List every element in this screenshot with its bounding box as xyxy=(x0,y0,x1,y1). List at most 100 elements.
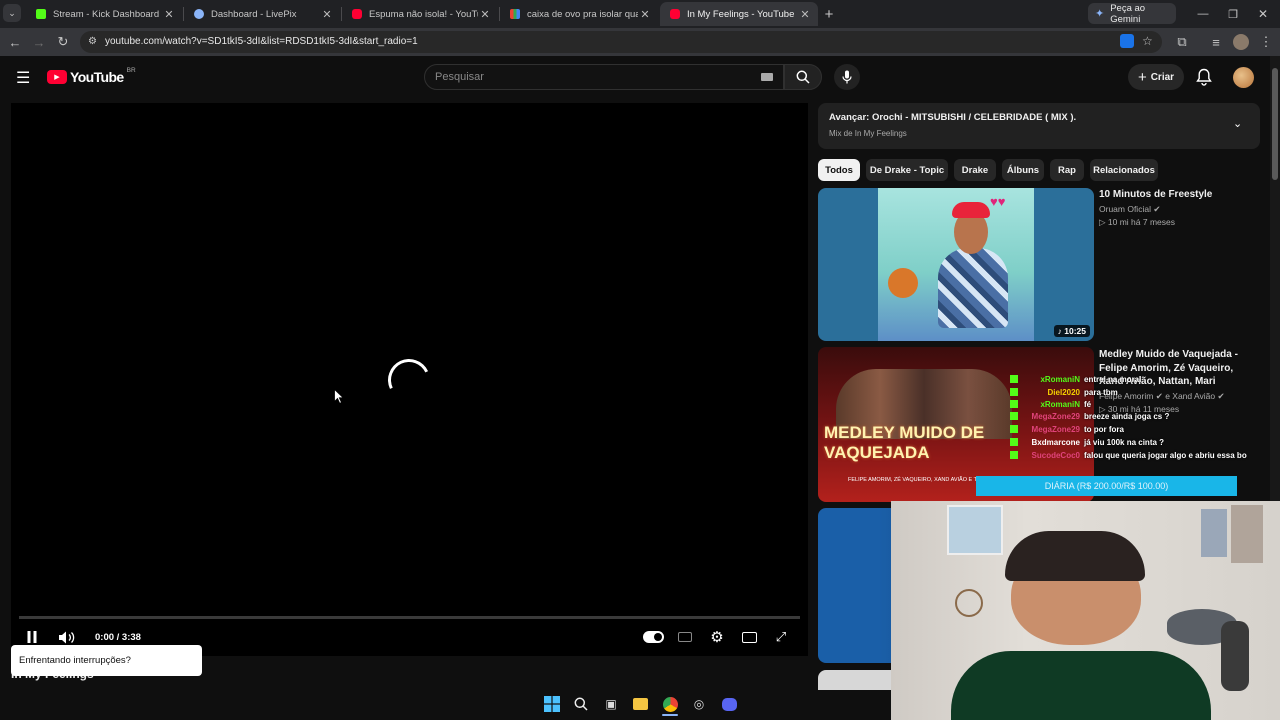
keyboard-icon[interactable] xyxy=(761,73,773,81)
reading-list-icon[interactable]: ≡ xyxy=(1206,32,1226,52)
chat-message: Bxdmarcone já viu 100k na cinta ? xyxy=(1010,436,1164,448)
new-tab-button[interactable]: + xyxy=(819,4,839,24)
extensions-icon[interactable]: ⧉ xyxy=(1172,32,1192,52)
youtube-logo[interactable]: ▶ YouTube BR xyxy=(47,66,136,85)
camo-jacket xyxy=(938,248,1008,328)
youtube-header: ☰ ▶ YouTube BR Pesquisar + Criar xyxy=(0,56,1270,100)
file-explorer-icon[interactable] xyxy=(631,695,649,713)
interruption-toast[interactable]: Enfrentando interrupções? xyxy=(11,645,202,676)
tab-in-my-feelings[interactable]: In My Feelings - YouTube ✕ xyxy=(660,2,818,26)
wall-clock xyxy=(955,589,983,617)
video-channel[interactable]: Oruam Oficial ✔ xyxy=(1099,204,1160,215)
create-button[interactable]: + Criar xyxy=(1128,64,1184,90)
video-player[interactable]: 0:00 / 3:38 ⚙ ⤢ xyxy=(11,103,808,656)
chip-albuns[interactable]: Álbuns xyxy=(1002,159,1044,181)
kick-badge-icon xyxy=(1010,375,1018,383)
tab-title: Stream - Kick Dashboard xyxy=(53,8,160,20)
translate-icon[interactable] xyxy=(1120,34,1134,48)
voice-search-button[interactable] xyxy=(834,64,860,90)
tab-search-icon[interactable]: ⌄ xyxy=(3,4,21,22)
region-code: BR xyxy=(126,66,136,74)
scrollbar-thumb[interactable] xyxy=(1272,68,1278,180)
taskbar-search-icon[interactable] xyxy=(572,695,590,713)
volume-button[interactable] xyxy=(57,627,77,647)
figurine xyxy=(1221,621,1249,691)
red-hair xyxy=(952,202,990,218)
pause-button[interactable] xyxy=(23,627,41,647)
window-close-icon[interactable]: ✕ xyxy=(1253,4,1273,24)
mix-subtitle: Mix de In My Feelings xyxy=(829,129,907,138)
loading-spinner xyxy=(382,353,436,407)
heart-icon: ♥♥ xyxy=(990,194,1006,209)
search-button[interactable] xyxy=(784,64,822,90)
chrome-icon[interactable] xyxy=(661,695,679,713)
back-icon[interactable]: ← xyxy=(5,32,25,52)
restore-icon[interactable]: ❐ xyxy=(1223,4,1243,24)
thumbnail-title-text: MEDLEY MUIDO DE VAQUEJADA xyxy=(824,423,985,462)
browser-tab-bar: ⌄ Stream - Kick Dashboard ✕ Dashboard - … xyxy=(0,0,1280,28)
logo-text: YouTube xyxy=(70,69,124,85)
youtube-icon xyxy=(670,9,680,19)
video-thumbnail[interactable]: ♥♥ ♪ 10:25 xyxy=(818,188,1094,341)
chat-message: xRomaniN fé xyxy=(1010,398,1091,410)
account-avatar[interactable] xyxy=(1233,67,1254,88)
tab-espuma[interactable]: Espuma não isola! - YouTube ✕ xyxy=(342,2,498,26)
tab-title: Espuma não isola! - YouTube xyxy=(369,8,478,20)
chat-message: SucodeCoc0 falou que queria jogar algo e … xyxy=(1010,449,1247,461)
obs-icon[interactable]: ◎ xyxy=(690,695,708,713)
reload-icon[interactable]: ↻ xyxy=(53,32,73,52)
autoplay-toggle[interactable] xyxy=(642,627,664,647)
duration-badge: ♪ 10:25 xyxy=(1053,325,1090,337)
chat-message: MegaZone29 breeze ainda joga cs ? xyxy=(1010,410,1169,422)
address-bar[interactable]: ⚙ youtube.com/watch?v=SD1tkI5-3dI&list=R… xyxy=(80,31,1162,53)
discord-icon[interactable] xyxy=(720,695,738,713)
autoplay-switch xyxy=(642,631,664,643)
chip-relacionados[interactable]: Relacionados xyxy=(1090,159,1158,181)
chip-todos[interactable]: Todos xyxy=(818,159,860,181)
task-view-icon[interactable]: ▣ xyxy=(602,695,620,713)
url-text[interactable]: youtube.com/watch?v=SD1tkI5-3dI&list=RDS… xyxy=(105,36,418,47)
chip-drake[interactable]: Drake xyxy=(954,159,996,181)
notifications-button[interactable] xyxy=(1196,68,1212,86)
search-input[interactable]: Pesquisar xyxy=(424,64,784,90)
kick-badge-icon xyxy=(1010,451,1018,459)
close-icon[interactable]: ✕ xyxy=(638,8,652,21)
subtitles-button[interactable] xyxy=(676,627,694,647)
wall-poster xyxy=(947,505,1003,555)
webcam-overlay xyxy=(891,501,1280,720)
settings-button[interactable]: ⚙ xyxy=(708,627,726,647)
windows-start-icon[interactable] xyxy=(543,695,561,713)
chip-de-drake-topic[interactable]: De Drake - Topic xyxy=(866,159,948,181)
wall-poster xyxy=(1231,505,1263,563)
bookmark-star-icon[interactable]: ☆ xyxy=(1142,34,1153,48)
gemini-button[interactable]: ✦ Peça ao Gemini xyxy=(1088,3,1176,25)
browser-toolbar: ← → ↻ ⚙ youtube.com/watch?v=SD1tkI5-3dI&… xyxy=(0,28,1280,56)
chip-rap[interactable]: Rap xyxy=(1050,159,1084,181)
chevron-down-icon[interactable]: ⌄ xyxy=(1233,117,1242,130)
hamburger-menu-icon[interactable]: ☰ xyxy=(16,68,30,88)
video-meta: ▷ 10 mi há 7 meses xyxy=(1099,217,1175,227)
profile-avatar[interactable] xyxy=(1233,34,1249,50)
microphone-icon xyxy=(842,70,852,84)
site-info-icon[interactable]: ⚙ xyxy=(88,36,97,47)
plus-icon: + xyxy=(1137,68,1147,86)
close-icon[interactable]: ✕ xyxy=(478,8,492,21)
green-jersey xyxy=(951,651,1211,720)
fullscreen-icon: ⤢ xyxy=(775,629,787,644)
video-title[interactable]: 10 Minutos de Freestyle xyxy=(1099,188,1259,202)
tab-kick-dashboard[interactable]: Stream - Kick Dashboard ✕ xyxy=(26,2,182,26)
tab-caixa-de-ovo[interactable]: caixa de ovo pra isolar quarto - ✕ xyxy=(500,2,658,26)
minimize-icon[interactable]: — xyxy=(1193,4,1213,24)
theater-mode-button[interactable] xyxy=(740,627,758,647)
tab-livepix[interactable]: Dashboard - LivePix ✕ xyxy=(184,2,340,26)
mix-playlist-header[interactable]: Avançar: Orochi - MITSUBISHI / CELEBRIDA… xyxy=(818,103,1260,149)
close-icon[interactable]: ✕ xyxy=(320,8,334,21)
close-icon[interactable]: ✕ xyxy=(162,8,176,21)
menu-dots-icon[interactable]: ⋮ xyxy=(1256,32,1276,52)
donation-goal-bar: DIÁRIA (R$ 200.00/R$ 100.00) xyxy=(976,476,1237,496)
video-progress-bar[interactable] xyxy=(19,616,800,619)
fullscreen-button[interactable]: ⤢ xyxy=(772,627,790,647)
volume-icon xyxy=(59,631,75,643)
forward-icon[interactable]: → xyxy=(29,32,49,52)
close-icon[interactable]: ✕ xyxy=(798,8,812,21)
